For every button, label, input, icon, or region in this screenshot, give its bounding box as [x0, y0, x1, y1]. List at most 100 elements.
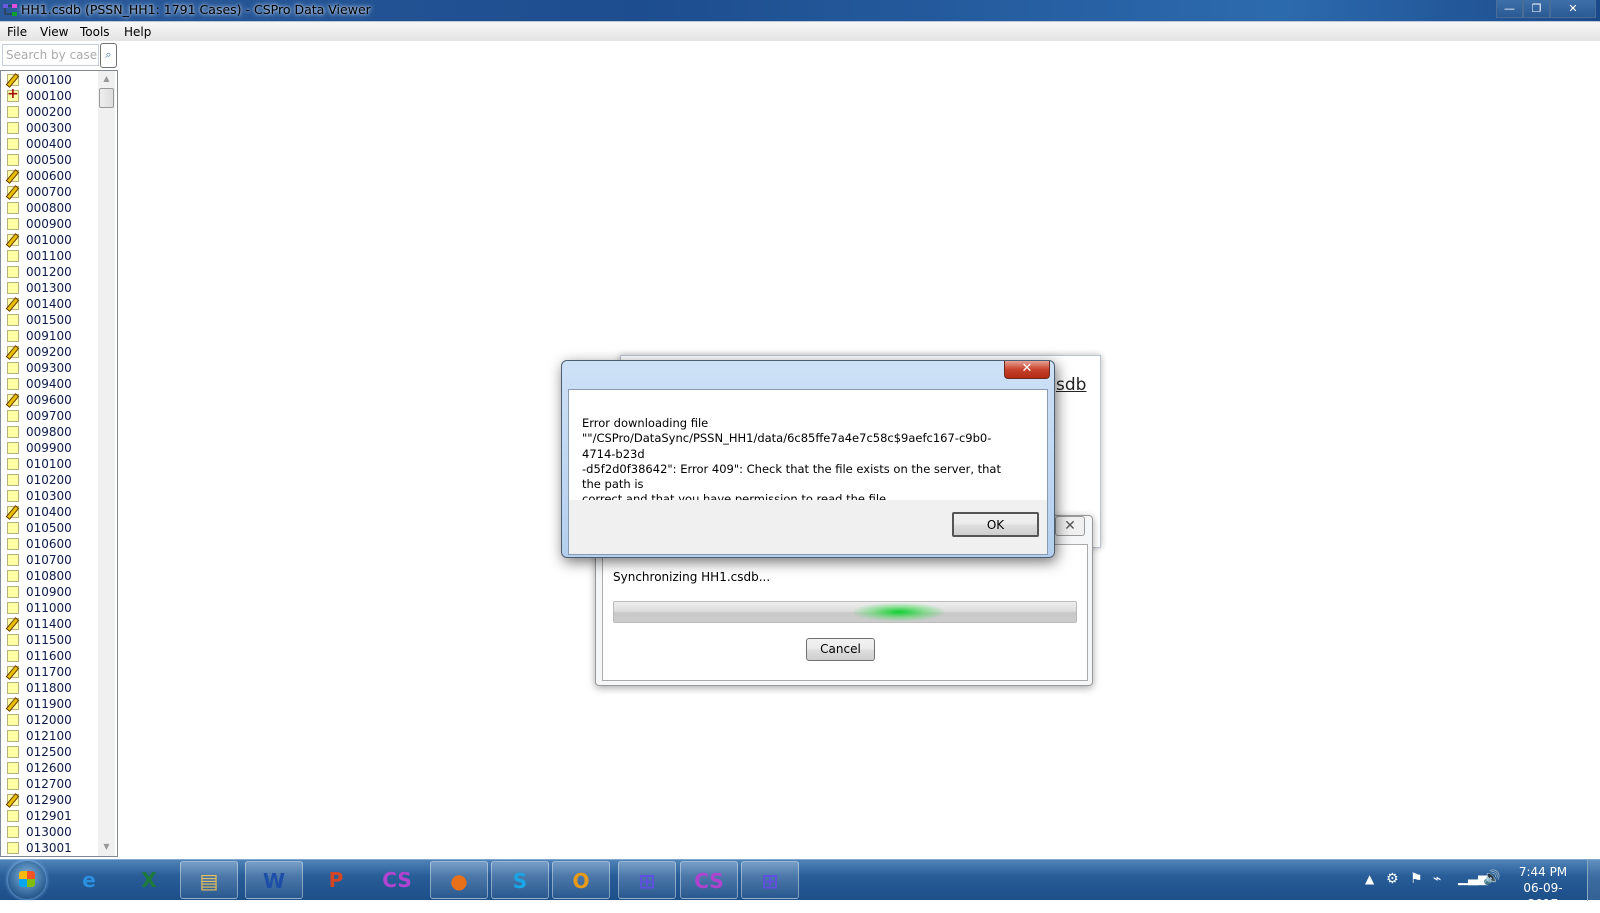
- case-list-item[interactable]: 011000: [5, 601, 99, 617]
- taskbar-firefox[interactable]: ●: [430, 861, 488, 899]
- taskbar-outlook[interactable]: O: [552, 861, 610, 899]
- case-list-item[interactable]: 011400: [5, 617, 99, 633]
- error-close-button[interactable]: ✕: [1004, 361, 1050, 379]
- case-id: 000600: [26, 169, 72, 183]
- show-desktop-button[interactable]: [1587, 860, 1600, 901]
- case-list-item[interactable]: 001200: [5, 265, 99, 281]
- ok-button[interactable]: OK: [952, 512, 1039, 537]
- menu-help[interactable]: Help: [124, 25, 151, 39]
- case-list-item[interactable]: 013001: [5, 841, 99, 856]
- volume-icon[interactable]: 🔊: [1483, 870, 1500, 911]
- taskbar-word[interactable]: W: [245, 861, 303, 899]
- case-list-item[interactable]: 010400: [5, 505, 99, 521]
- menu-file[interactable]: File: [7, 25, 27, 39]
- taskbar-skype[interactable]: S: [491, 861, 549, 899]
- action-center-flag-icon[interactable]: ⚑: [1410, 871, 1423, 912]
- outlook-icon: O: [572, 869, 590, 893]
- case-list-item[interactable]: 000900: [5, 217, 99, 233]
- case-list-item[interactable]: 001500: [5, 313, 99, 329]
- case-list-item[interactable]: 000800: [5, 201, 99, 217]
- internet-explorer-icon: e: [82, 868, 96, 892]
- case-list-item[interactable]: 000400: [5, 137, 99, 153]
- cancel-button[interactable]: Cancel: [806, 638, 875, 661]
- taskbar-cspro-2[interactable]: CS: [680, 861, 738, 899]
- case-list-item[interactable]: 012700: [5, 777, 99, 793]
- case-list-item[interactable]: 000100: [5, 73, 99, 89]
- case-list-item[interactable]: 009100: [5, 329, 99, 345]
- minimize-button[interactable]: —: [1496, 0, 1523, 18]
- case-list-item[interactable]: 001100: [5, 249, 99, 265]
- case-list-item[interactable]: 012901: [5, 809, 99, 825]
- restore-button[interactable]: ❐: [1523, 0, 1550, 18]
- case-list-item[interactable]: 000600: [5, 169, 99, 185]
- case-list-item[interactable]: 009700: [5, 409, 99, 425]
- case-list-item[interactable]: 012500: [5, 745, 99, 761]
- case-list-item[interactable]: 012000: [5, 713, 99, 729]
- case-list-item[interactable]: 010200: [5, 473, 99, 489]
- close-window-button[interactable]: ✕: [1550, 0, 1596, 18]
- taskbar-excel[interactable]: X: [120, 861, 178, 899]
- case-list-item[interactable]: 009300: [5, 361, 99, 377]
- search-button[interactable]: ⌕: [100, 43, 117, 68]
- menu-tools[interactable]: Tools: [80, 25, 110, 39]
- case-list-item[interactable]: 010900: [5, 585, 99, 601]
- plus-icon: [7, 86, 19, 102]
- case-icon: [7, 586, 19, 598]
- file-path-link[interactable]: sdb: [1056, 375, 1086, 395]
- case-list-item[interactable]: 009400: [5, 377, 99, 393]
- scroll-up-arrow[interactable]: ▲: [98, 71, 115, 87]
- case-list-item[interactable]: 009200: [5, 345, 99, 361]
- case-list-item[interactable]: 011800: [5, 681, 99, 697]
- case-list-item[interactable]: 001000: [5, 233, 99, 249]
- taskbar-cspro-data-viewer-2[interactable]: ⊞: [741, 861, 799, 899]
- case-icon: [7, 810, 19, 822]
- case-list-item[interactable]: 010100: [5, 457, 99, 473]
- case-id: 012900: [26, 793, 72, 807]
- clock[interactable]: 7:44 PM 06-09-2017: [1510, 864, 1576, 912]
- case-list-item[interactable]: 010700: [5, 553, 99, 569]
- show-hidden-icons[interactable]: ▲: [1365, 872, 1374, 913]
- case-search-input[interactable]: Search by case id: [2, 44, 99, 66]
- case-list-item[interactable]: 012100: [5, 729, 99, 745]
- case-list-item[interactable]: 010600: [5, 537, 99, 553]
- case-icon: [7, 106, 19, 118]
- case-list-item[interactable]: 001300: [5, 281, 99, 297]
- menu-view[interactable]: View: [40, 25, 68, 39]
- start-button[interactable]: [8, 861, 46, 899]
- case-list-item[interactable]: 000700: [5, 185, 99, 201]
- sync-close-button[interactable]: ✕: [1055, 516, 1085, 536]
- case-list-item[interactable]: 009800: [5, 425, 99, 441]
- case-list-item[interactable]: 011600: [5, 649, 99, 665]
- case-icon: [7, 570, 19, 582]
- case-list-item[interactable]: 011700: [5, 665, 99, 681]
- scroll-down-arrow[interactable]: ▼: [98, 839, 115, 855]
- case-list-item[interactable]: 000200: [5, 105, 99, 121]
- case-list-item[interactable]: 011500: [5, 633, 99, 649]
- case-list-item[interactable]: 013000: [5, 825, 99, 841]
- case-list-item[interactable]: 011900: [5, 697, 99, 713]
- case-list-item[interactable]: 000100: [5, 86, 99, 105]
- case-list-item[interactable]: 009600: [5, 393, 99, 409]
- case-icon: [7, 778, 19, 790]
- case-list-item[interactable]: 012900: [5, 793, 99, 809]
- taskbar-file-explorer[interactable]: ▤: [180, 861, 238, 899]
- network-sync-icon[interactable]: ⚙: [1386, 871, 1399, 912]
- power-icon[interactable]: ⌁: [1433, 871, 1441, 912]
- taskbar-cspro[interactable]: CS: [368, 861, 426, 899]
- pencil-icon: [7, 346, 19, 358]
- taskbar-powerpoint[interactable]: P: [307, 861, 365, 899]
- case-list-item[interactable]: 010800: [5, 569, 99, 585]
- case-list-item[interactable]: 009900: [5, 441, 99, 457]
- case-list-item[interactable]: 012600: [5, 761, 99, 777]
- case-icon: [7, 682, 19, 694]
- scroll-thumb[interactable]: [99, 88, 114, 108]
- case-list-item[interactable]: 000500: [5, 153, 99, 169]
- case-list-item[interactable]: 000300: [5, 121, 99, 137]
- case-list-scrollbar[interactable]: ▲ ▼: [98, 71, 115, 856]
- close-icon: ✕: [1021, 361, 1033, 376]
- case-list-item[interactable]: 010300: [5, 489, 99, 505]
- case-list-item[interactable]: 001400: [5, 297, 99, 313]
- taskbar-internet-explorer[interactable]: e: [60, 861, 118, 899]
- case-list-item[interactable]: 010500: [5, 521, 99, 537]
- taskbar-cspro-data-viewer[interactable]: ⊞: [618, 861, 676, 899]
